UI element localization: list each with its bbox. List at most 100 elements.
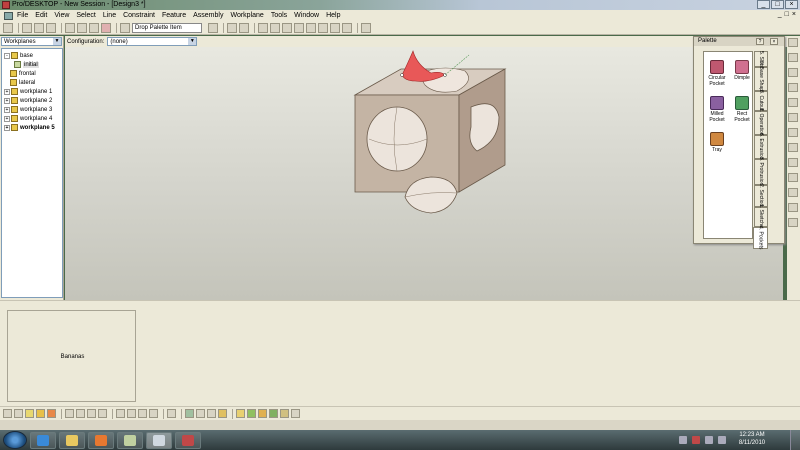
collapse-icon[interactable]: - [4, 52, 10, 59]
tree-item-frontal[interactable]: frontal [2, 69, 62, 78]
palette-item-milled-pocket[interactable]: Milled Pocket [705, 96, 729, 123]
cut-icon[interactable] [65, 22, 75, 33]
view-wire-icon[interactable] [14, 409, 23, 418]
circle-tool-icon[interactable] [788, 158, 798, 167]
tree-item-initial[interactable]: initial [2, 60, 62, 69]
network-icon[interactable] [705, 436, 713, 444]
view-shaded-edges-icon[interactable] [36, 409, 45, 418]
orbit-icon[interactable] [167, 409, 176, 418]
view-prev-icon[interactable] [138, 409, 147, 418]
ellipse-icon[interactable] [306, 22, 316, 33]
view-shaded-icon[interactable] [25, 409, 34, 418]
constraint-icon[interactable] [788, 128, 798, 137]
face-pick-icon[interactable] [788, 98, 798, 107]
zoom-out-icon[interactable] [98, 409, 107, 418]
menu-help[interactable]: Help [326, 12, 340, 19]
palette-tab-base-shapes[interactable]: 9. Base Shapes [754, 61, 768, 97]
taskbar-internet-explorer[interactable] [30, 431, 56, 449]
expand-icon[interactable]: + [4, 124, 10, 131]
undo-icon[interactable] [120, 22, 130, 33]
menu-line[interactable]: Line [103, 12, 116, 19]
menu-tools[interactable]: Tools [271, 12, 287, 19]
maximize-button[interactable]: □ [771, 0, 784, 9]
tree-item-workplane-1[interactable]: + workplane 1 [2, 87, 62, 96]
workplane-tree[interactable]: - base initial frontal lateral + workpla… [1, 48, 63, 298]
palette-help-button[interactable]: ? [756, 38, 764, 45]
palette-tab-sketches[interactable]: 1. Sketches [754, 204, 768, 230]
sphere-icon[interactable] [269, 409, 278, 418]
expand-icon[interactable]: + [4, 88, 10, 95]
design-viewport[interactable] [65, 47, 783, 300]
taskbar-clock[interactable]: 12:23 AM 8/11/2010 [732, 431, 772, 447]
mdi-minimize-button[interactable]: _ [778, 11, 782, 18]
palette-item-rect-pocket[interactable]: Rect Pocket [730, 96, 754, 123]
tree-item-workplane-3[interactable]: + workplane 3 [2, 105, 62, 114]
whats-this-icon[interactable] [239, 22, 249, 33]
close-button[interactable]: × [785, 0, 798, 9]
help-icon[interactable] [227, 22, 237, 33]
paste-icon[interactable] [89, 22, 99, 33]
line-icon[interactable] [270, 22, 280, 33]
chevron-down-icon[interactable]: ▼ [53, 38, 61, 45]
zoom-in-icon[interactable] [87, 409, 96, 418]
menu-select[interactable]: Select [76, 12, 95, 19]
cube-model[interactable] [335, 47, 535, 217]
minimize-button[interactable]: _ [757, 0, 770, 9]
tree-item-workplane-2[interactable]: + workplane 2 [2, 96, 62, 105]
line-tool-icon[interactable] [788, 143, 798, 152]
drop-palette-input[interactable]: Drop Palette Item [132, 22, 202, 33]
copy-icon[interactable] [77, 22, 87, 33]
spline-tool-icon[interactable] [788, 218, 798, 227]
zoom-fit-icon[interactable] [76, 409, 85, 418]
expand-icon[interactable]: + [4, 106, 10, 113]
chevron-down-icon[interactable]: ▼ [188, 38, 197, 45]
menu-constraint[interactable]: Constraint [123, 12, 155, 19]
taskbar-explorer[interactable] [59, 431, 85, 449]
taskbar-prodesktop[interactable] [175, 431, 201, 449]
menu-assembly[interactable]: Assembly [193, 12, 223, 19]
palette-close-button[interactable]: × [770, 38, 778, 45]
rectangle-icon[interactable] [282, 22, 292, 33]
palette-item-circular-pocket[interactable]: Circular Pocket [705, 60, 729, 87]
show-hidden-icons-icon[interactable] [679, 436, 687, 444]
taskbar-media-player[interactable] [88, 431, 114, 449]
expand-icon[interactable]: + [4, 115, 10, 122]
configuration-select[interactable]: (none) ▼ [107, 37, 198, 46]
material-icon[interactable] [185, 409, 194, 418]
rotate-icon[interactable] [116, 409, 125, 418]
render-icon[interactable] [218, 409, 227, 418]
palette-tab-extrusions[interactable]: 6. Extrusions [754, 133, 768, 161]
light-icon[interactable] [207, 409, 216, 418]
tree-item-lateral[interactable]: lateral [2, 78, 62, 87]
taskbar-paint[interactable] [117, 431, 143, 449]
pointer-icon[interactable] [788, 53, 798, 62]
new-design-icon[interactable] [3, 22, 13, 33]
circle-icon[interactable] [294, 22, 304, 33]
cylinder-icon[interactable] [247, 409, 256, 418]
palette-tab-operations[interactable]: 7. Operations [754, 108, 768, 138]
sketch-thumbnail[interactable]: Bananas [7, 310, 136, 402]
torus-icon[interactable] [280, 409, 289, 418]
part-pick-icon[interactable] [788, 113, 798, 122]
arc-tool-icon[interactable] [788, 203, 798, 212]
action-center-icon[interactable] [692, 436, 700, 444]
menu-view[interactable]: View [54, 12, 69, 19]
save-icon[interactable] [34, 22, 44, 33]
menu-feature[interactable]: Feature [162, 12, 186, 19]
view-realistic-icon[interactable] [47, 409, 56, 418]
palette-title-bar[interactable]: Palette ? × [694, 37, 784, 46]
menu-file[interactable]: File [17, 12, 28, 19]
menu-window[interactable]: Window [294, 12, 319, 19]
palette-window[interactable]: Palette ? × Circular Pocket Dimple Mille… [693, 36, 785, 250]
document-icon[interactable] [4, 11, 13, 20]
palette-item-dimple[interactable]: Dimple [730, 60, 754, 81]
rectangle-tool-icon[interactable] [788, 173, 798, 182]
ellipse-tool-icon[interactable] [788, 188, 798, 197]
trim-icon[interactable] [330, 22, 340, 33]
expand-icon[interactable]: + [4, 97, 10, 104]
palette-item-tray[interactable]: Tray [705, 132, 729, 153]
spline-icon[interactable] [318, 22, 328, 33]
extend-icon[interactable] [342, 22, 352, 33]
tree-item-workplane-5[interactable]: + workplane 5 [2, 123, 62, 132]
feature-node[interactable] [400, 73, 404, 77]
